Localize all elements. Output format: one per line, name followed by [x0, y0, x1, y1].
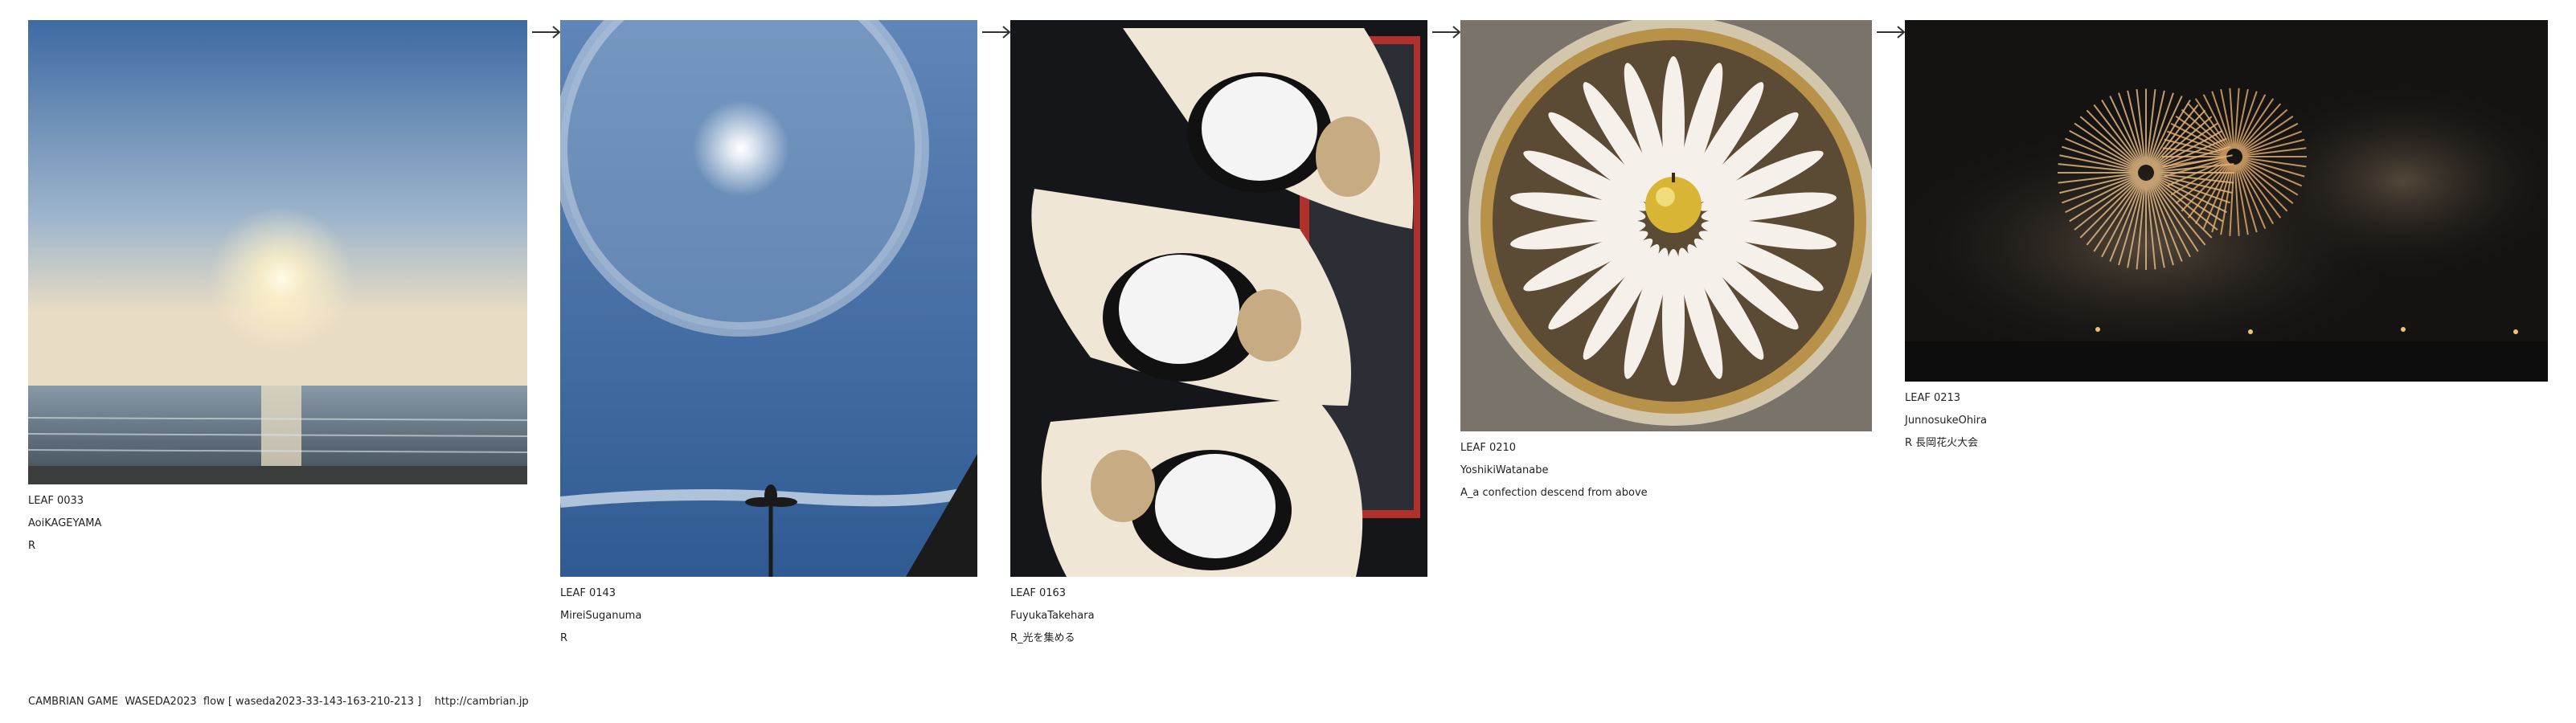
leaf-photo-sea-sunrise[interactable]: [28, 20, 527, 484]
leaf-caption: LEAF 0210 YoshikiWatanabe A_a confection…: [1460, 443, 1872, 499]
leaf-title: A_a confection descend from above: [1460, 487, 1648, 499]
leaf-photo-sun-halo[interactable]: [560, 20, 977, 577]
leaf-author: FuyukaTakehara: [1010, 610, 1095, 622]
leaf-title: R 長岡花火大会: [1905, 437, 1979, 449]
footer-credit: CAMBRIAN GAME WASEDA2023 flow [ waseda20…: [28, 696, 529, 708]
leaf-photo-dessert-plates[interactable]: [1010, 20, 1427, 577]
arrow-right-icon: [1431, 20, 1463, 44]
leaf-id: LEAF 0210: [1460, 442, 1517, 454]
leaf-caption: LEAF 0163 FuyukaTakehara R_光を集める: [1010, 588, 1427, 644]
leaf-card[interactable]: LEAF 0143 MireiSuganuma R: [560, 20, 977, 656]
leaf-title: R: [28, 540, 36, 552]
leaf-author: MireiSuganuma: [560, 610, 642, 622]
arrow-right-icon: [530, 20, 563, 44]
leaf-card[interactable]: LEAF 0033 AoiKAGEYAMA R: [28, 20, 527, 563]
leaf-author: JunnosukeOhira: [1905, 415, 1987, 427]
arrow-right-icon: [981, 20, 1013, 44]
leaf-id: LEAF 0213: [1905, 392, 1961, 404]
leaf-caption: LEAF 0143 MireiSuganuma R: [560, 588, 977, 644]
leaf-author: AoiKAGEYAMA: [28, 517, 102, 529]
leaf-photo-confection[interactable]: [1460, 20, 1872, 431]
leaf-id: LEAF 0033: [28, 495, 84, 507]
leaf-card[interactable]: LEAF 0210 YoshikiWatanabe A_a confection…: [1460, 20, 1872, 510]
leaf-author: YoshikiWatanabe: [1460, 464, 1549, 476]
leaf-photo-fireworks[interactable]: [1905, 20, 2548, 382]
leaf-caption: LEAF 0213 JunnosukeOhira R 長岡花火大会: [1905, 393, 2548, 449]
leaf-title: R: [560, 632, 568, 644]
leaf-id: LEAF 0163: [1010, 587, 1067, 599]
leaf-card[interactable]: LEAF 0213 JunnosukeOhira R 長岡花火大会: [1905, 20, 2548, 460]
leaf-id: LEAF 0143: [560, 587, 616, 599]
leaf-caption: LEAF 0033 AoiKAGEYAMA R: [28, 496, 527, 552]
leaf-title: R_光を集める: [1010, 632, 1075, 644]
leaf-card[interactable]: LEAF 0163 FuyukaTakehara R_光を集める: [1010, 20, 1427, 656]
arrow-right-icon: [1875, 20, 1907, 44]
